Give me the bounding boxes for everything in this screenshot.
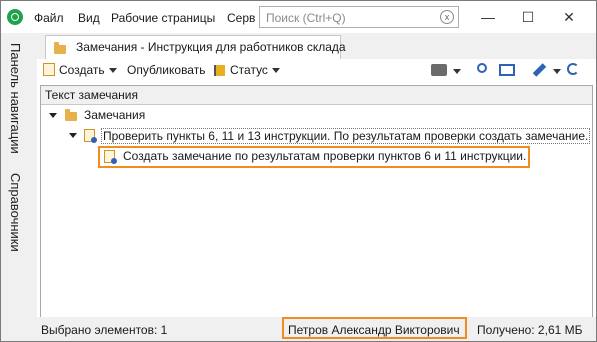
received-size: Получено: 2,61 МБ [477,323,583,337]
menu-service[interactable]: Серв [227,11,255,25]
maximize-button[interactable]: ☐ [518,7,538,27]
remark-icon [84,129,97,143]
nav-tab-references[interactable]: Справочники [8,173,23,252]
selected-count: Выбрано элементов: 1 [41,323,168,337]
chevron-down-icon [108,68,117,74]
toolbar: Создать Опубликовать Статус [37,59,596,83]
column-header-label: Текст замечания [45,88,138,102]
chevron-down-icon [271,68,280,74]
close-button[interactable]: ✕ [559,7,579,27]
tree-row-parent-remark[interactable]: Проверить пункты 6, 11 и 13 инструкции. … [41,126,592,146]
column-header[interactable]: Текст замечания [41,86,592,105]
remarks-tree-table: Текст замечания Замечания Проверить пунк… [40,85,593,319]
wrench-icon[interactable] [532,63,547,77]
view-icon[interactable] [499,64,515,76]
title-bar: Файл Вид Рабочие страницы Серв Поиск (Ct… [1,1,596,33]
search-input[interactable]: Поиск (Ctrl+Q) x [259,6,459,28]
tree-row-label: Создать замечание по результатам проверк… [123,149,527,163]
tab-label: Замечания - Инструкция для работников ск… [76,40,346,54]
publish-label: Опубликовать [127,63,206,77]
menu-view[interactable]: Вид [78,11,100,25]
search-icon[interactable] [477,63,487,73]
create-button[interactable]: Создать [43,63,117,77]
refresh-icon[interactable] [567,63,579,75]
current-user[interactable]: Петров Александр Викторович [288,323,460,337]
printer-icon[interactable] [431,64,447,76]
flag-icon [214,65,225,76]
menu-work-pages[interactable]: Рабочие страницы [111,11,215,25]
publish-button[interactable]: Опубликовать [127,63,205,77]
expand-icon[interactable] [69,133,77,138]
tree-row-label: Замечания [84,108,146,122]
chevron-down-icon[interactable] [553,69,561,74]
tab-remarks[interactable]: Замечания - Инструкция для работников ск… [45,35,346,59]
status-button[interactable]: Статус [214,63,280,77]
navigation-panel: Панель навигации Справочники [1,33,33,341]
app-window: Файл Вид Рабочие страницы Серв Поиск (Ct… [0,0,597,342]
remark-icon [104,150,117,164]
clear-search-icon[interactable]: x [440,10,454,24]
status-label: Статус [230,63,268,77]
main-content: Создать Опубликовать Статус Текст замеча… [37,59,596,341]
tree-row-label: Проверить пункты 6, 11 и 13 инструкции. … [101,128,591,144]
app-logo-icon [7,9,23,25]
create-label: Создать [59,63,105,77]
document-tabs: Замечания - Инструкция для работников ск… [37,33,596,59]
minimize-button[interactable]: — [478,7,498,27]
tree-row-child-remark[interactable]: Создать замечание по результатам проверк… [41,147,592,167]
menu-file[interactable]: Файл [34,11,64,25]
tree-row-root[interactable]: Замечания [41,106,592,126]
folder-icon [65,109,77,121]
status-bar: Выбрано элементов: 1 Петров Александр Ви… [37,317,596,341]
expand-icon[interactable] [49,113,57,118]
chevron-down-icon[interactable] [453,69,461,74]
search-placeholder: Поиск (Ctrl+Q) [266,11,346,25]
nav-tab-navigation[interactable]: Панель навигации [8,43,23,154]
create-icon [43,63,55,76]
